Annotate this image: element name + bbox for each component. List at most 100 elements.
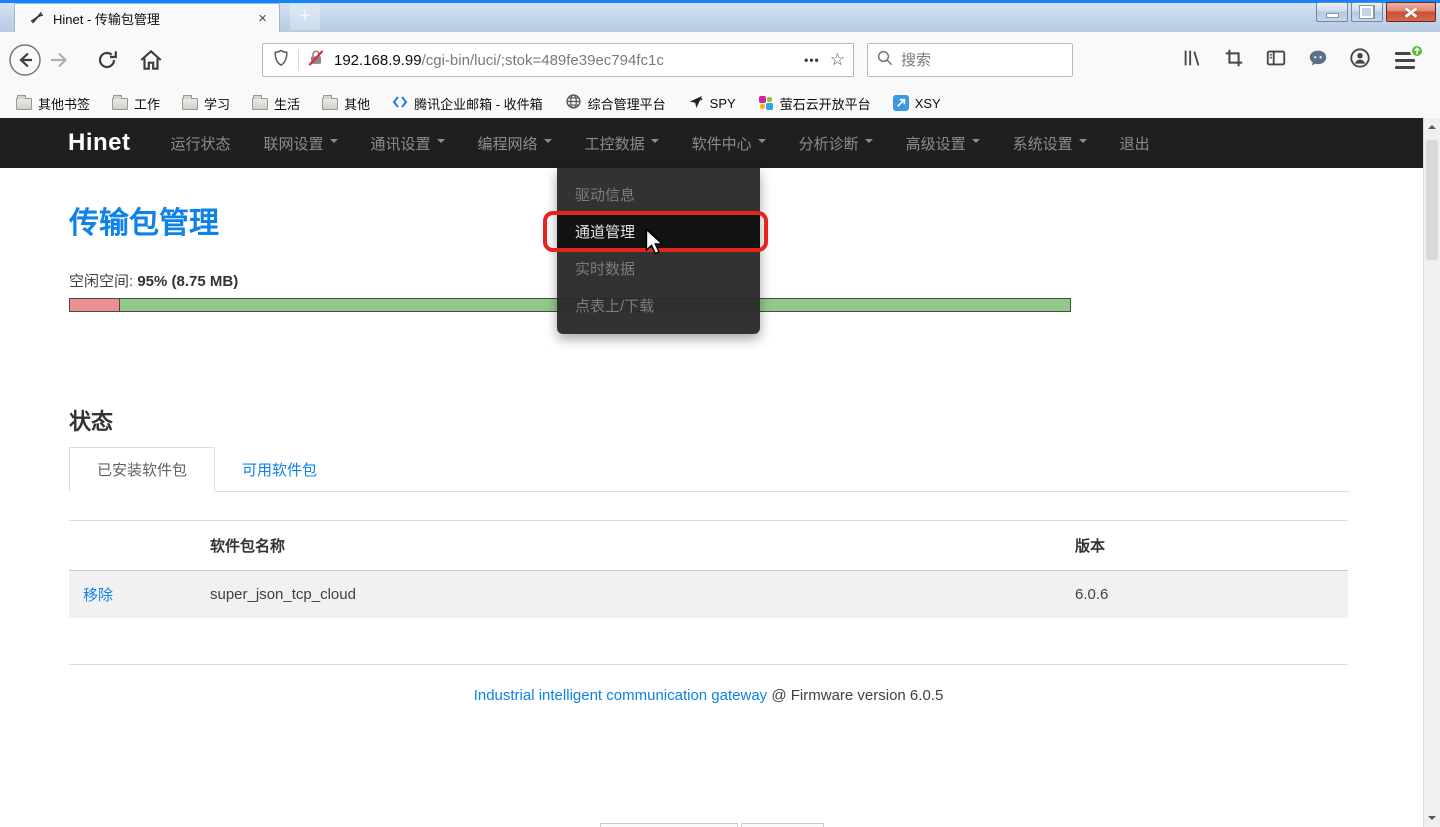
insecure-lock-icon[interactable] — [306, 48, 326, 73]
bookmark-folder-study[interactable]: 学习 — [182, 94, 230, 113]
ezviz-icon — [758, 95, 774, 111]
nav-item-logout[interactable]: 退出 — [1120, 133, 1150, 154]
close-tab-icon[interactable]: × — [254, 10, 271, 27]
firmware-version-text: @ Firmware version 6.0.5 — [767, 687, 943, 704]
address-bar[interactable]: 192.168.9.99/cgi-bin/luci/;stok=489fe39e… — [262, 43, 854, 77]
update-available-badge — [1410, 44, 1424, 58]
folder-icon — [112, 98, 128, 110]
xsy-icon — [893, 95, 909, 111]
nav-item-industrial-data[interactable]: 工控数据 — [585, 133, 659, 154]
bar — [1395, 59, 1415, 62]
bookmark-folder-other-bookmarks[interactable]: 其他书签 — [16, 94, 90, 113]
nav-item-advanced-settings[interactable]: 高级设置 — [906, 133, 980, 154]
dot — [760, 104, 765, 109]
nav-label: 联网设置 — [264, 136, 324, 153]
header-package-name: 软件包名称 — [210, 535, 1075, 556]
table-row: 移除 super_json_tcp_cloud 6.0.6 — [69, 571, 1348, 618]
back-button[interactable] — [8, 43, 42, 77]
browser-window: Hinet - 传输包管理 × + — [0, 0, 1440, 827]
search-bar[interactable] — [867, 43, 1073, 77]
bookmark-folder-work[interactable]: 工作 — [112, 94, 160, 113]
dropdown-item-channel-management[interactable]: 通道管理 — [557, 213, 760, 250]
chevron-down-icon — [972, 139, 980, 147]
sidebar-icon[interactable] — [1265, 47, 1287, 74]
window-controls — [1316, 2, 1436, 22]
browser-toolbar: 192.168.9.99/cgi-bin/luci/;stok=489fe39e… — [0, 32, 1440, 88]
library-icon[interactable] — [1181, 47, 1203, 74]
header-version: 版本 — [1075, 535, 1348, 556]
bookmark-label: SPY — [710, 96, 736, 111]
cell-version: 6.0.6 — [1075, 586, 1348, 603]
bookmark-label: 腾讯企业邮箱 - 收件箱 — [414, 94, 543, 113]
nav-item-comm-settings[interactable]: 通讯设置 — [371, 133, 445, 154]
divider — [69, 664, 1348, 665]
scrollbar-thumb[interactable] — [1426, 140, 1438, 260]
dropdown-item-driver-info[interactable]: 驱动信息 — [557, 176, 760, 213]
scroll-up-icon[interactable] — [1428, 125, 1436, 129]
account-icon[interactable] — [1349, 47, 1371, 74]
chevron-down-icon — [651, 139, 659, 147]
titlebar: Hinet - 传输包管理 × + — [0, 0, 1440, 32]
close-window-button[interactable] — [1386, 2, 1436, 22]
tracking-shield-icon[interactable] — [271, 48, 291, 73]
dropdown-item-point-table[interactable]: 点表上/下载 — [557, 287, 760, 324]
background-window-edge — [741, 823, 824, 827]
bookmark-folder-misc[interactable]: 其他 — [322, 94, 370, 113]
minimize-icon — [1326, 13, 1339, 18]
bookmark-label: 生活 — [274, 94, 300, 113]
plane-icon — [688, 94, 704, 113]
nav-item-analysis-diagnosis[interactable]: 分析诊断 — [799, 133, 873, 154]
close-icon — [1403, 6, 1419, 18]
free-space-label: 空闲空间: — [69, 273, 133, 290]
bookmark-folder-life[interactable]: 生活 — [252, 94, 300, 113]
bookmark-xsy[interactable]: XSY — [893, 95, 941, 111]
search-icon — [876, 49, 894, 72]
dot — [759, 96, 766, 103]
bookmark-label: 其他 — [344, 94, 370, 113]
scroll-down-icon[interactable] — [1428, 816, 1436, 820]
bookmark-ezviz[interactable]: 萤石云开放平台 — [758, 94, 871, 113]
nav-item-system-settings[interactable]: 系统设置 — [1013, 133, 1087, 154]
toolbar-icons — [1181, 43, 1423, 77]
bookmark-spy[interactable]: SPY — [688, 94, 736, 113]
restore-button[interactable] — [1351, 2, 1383, 22]
tab-available-packages[interactable]: 可用软件包 — [215, 448, 344, 491]
gateway-link[interactable]: Industrial intelligent communication gat… — [474, 687, 768, 704]
nav-label: 退出 — [1120, 136, 1150, 153]
nav-label: 运行状态 — [171, 136, 231, 153]
vertical-scrollbar[interactable] — [1423, 118, 1440, 827]
bookmark-label: 工作 — [134, 94, 160, 113]
url-host: 192.168.9.99 — [334, 52, 422, 69]
nav-item-software-center[interactable]: 软件中心 — [692, 133, 766, 154]
search-input[interactable] — [901, 52, 1051, 69]
forward-button[interactable] — [42, 43, 76, 77]
home-button[interactable] — [134, 43, 168, 77]
nav-item-run-status[interactable]: 运行状态 — [171, 133, 231, 154]
browser-tab[interactable]: Hinet - 传输包管理 × — [14, 3, 280, 32]
menu-hamburger-icon[interactable] — [1395, 51, 1417, 69]
nav-label: 高级设置 — [906, 136, 966, 153]
tab-installed-packages[interactable]: 已安装软件包 — [69, 447, 215, 492]
page-actions-icon[interactable]: ••• — [804, 53, 820, 67]
new-tab-button[interactable]: + — [290, 5, 320, 30]
reload-button[interactable] — [90, 43, 124, 77]
nav-item-programming-network[interactable]: 编程网络 — [478, 133, 552, 154]
divider — [298, 50, 299, 70]
hinet-logo[interactable]: Hinet — [68, 129, 131, 157]
chevron-down-icon — [1079, 139, 1087, 147]
screenshot-crop-icon[interactable] — [1223, 47, 1245, 74]
minimize-button[interactable] — [1316, 2, 1348, 22]
remove-link[interactable]: 移除 — [83, 587, 113, 604]
bookmark-star-icon[interactable]: ☆ — [830, 50, 845, 70]
bookmark-tencent-mail[interactable]: 腾讯企业邮箱 - 收件箱 — [392, 94, 543, 113]
chat-bubble-icon[interactable] — [1307, 47, 1329, 74]
packages-table: 软件包名称 版本 移除 super_json_tcp_cloud 6.0.6 — [69, 520, 1348, 618]
tab-title: Hinet - 传输包管理 — [53, 9, 254, 28]
dropdown-item-realtime-data[interactable]: 实时数据 — [557, 250, 760, 287]
bookmark-label: XSY — [915, 96, 941, 111]
globe-icon — [565, 93, 582, 113]
bookmark-management-platform[interactable]: 综合管理平台 — [565, 93, 666, 113]
url-path: /cgi-bin/luci/;stok=489fe39ec794fc1c — [422, 52, 664, 69]
cell-action: 移除 — [69, 584, 210, 605]
nav-item-network-settings[interactable]: 联网设置 — [264, 133, 338, 154]
